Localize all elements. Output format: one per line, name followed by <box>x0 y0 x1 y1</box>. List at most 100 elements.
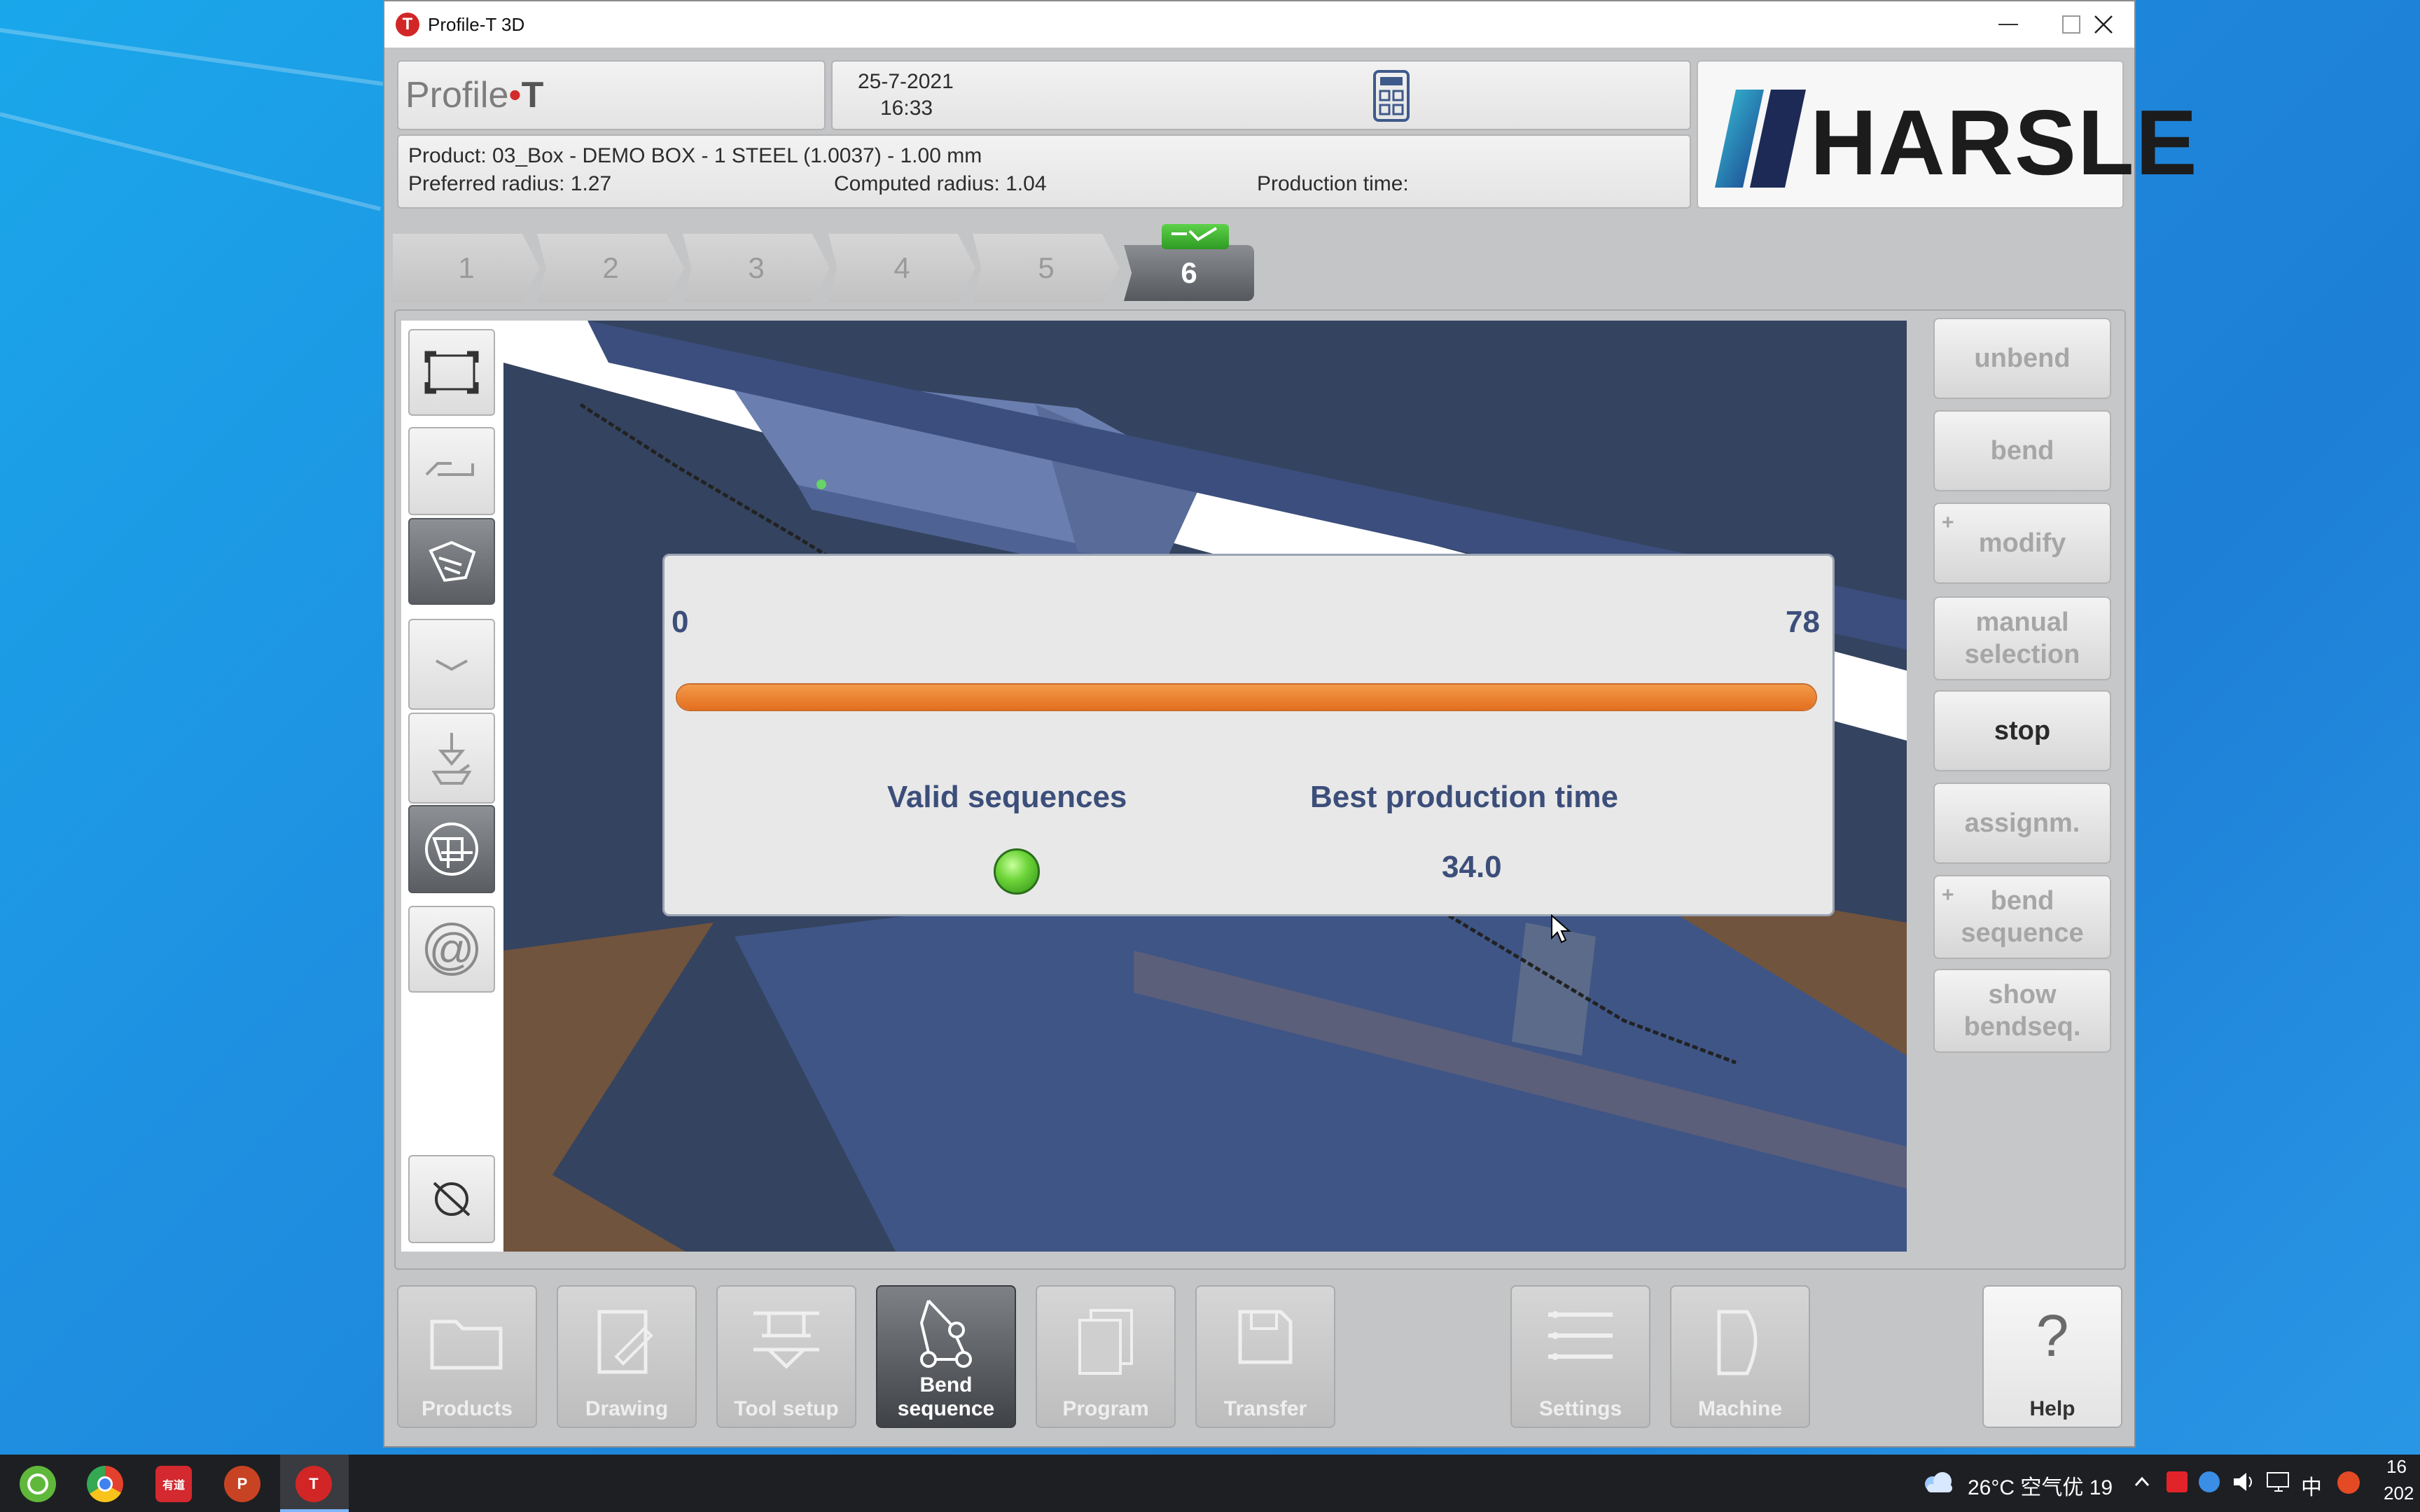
clock-time[interactable]: 16 <box>2386 1456 2407 1478</box>
ime-indicator[interactable]: 中 <box>2301 1470 2322 1501</box>
tray-network-app-icon[interactable] <box>2199 1471 2220 1492</box>
volume-icon[interactable] <box>2231 1471 2255 1492</box>
weather-text[interactable]: 26°C 空气优 19 <box>1968 1470 2113 1501</box>
nav-settings-button[interactable]: Settings <box>1510 1285 1650 1428</box>
action-label: show bendseq. <box>1963 980 2081 1042</box>
brand-suffix: T <box>521 75 544 115</box>
harsle-logo: HARSLE <box>1697 60 2197 209</box>
drawing-icon <box>597 1310 653 1374</box>
network-icon[interactable] <box>2266 1471 2291 1492</box>
step-valid-badge <box>1162 224 1229 249</box>
nav-products-button[interactable]: Products <box>397 1285 537 1428</box>
powerpoint-icon[interactable]: P <box>224 1466 260 1502</box>
progress-max-label: 78 <box>1786 605 1820 639</box>
taskbar-app-green-icon[interactable] <box>20 1466 56 1502</box>
calculator-button[interactable] <box>1372 69 1411 123</box>
unbend-button[interactable]: unbend <box>1933 318 2111 399</box>
weather-cloud-icon <box>1925 1472 1952 1492</box>
nav-label: Transfer <box>1223 1397 1307 1420</box>
valid-status-led-icon <box>994 848 1040 895</box>
nav-drawing-button[interactable]: Drawing <box>557 1285 697 1428</box>
step-tab-1[interactable]: 1 <box>393 234 540 302</box>
step-tab-6[interactable]: 6 <box>1124 245 1254 301</box>
window-title: Profile-T 3D <box>428 13 525 35</box>
nav-label: Drawing <box>585 1397 669 1420</box>
nav-transfer-button[interactable]: Transfer <box>1195 1285 1335 1428</box>
minimize-button[interactable] <box>1977 1 2040 48</box>
harsle-text: HARSLE <box>1810 91 2199 194</box>
brand-prefix: Profile <box>405 75 509 115</box>
reset-view-button[interactable] <box>408 1155 495 1243</box>
step-label: 2 <box>602 251 619 284</box>
taskbar: 有道 P T 26°C 空气优 19 中 16 202 <box>0 1455 2420 1512</box>
nav-label: Program <box>1062 1397 1149 1420</box>
nav-label: Tool setup <box>734 1397 839 1420</box>
fit-view-icon <box>424 351 479 394</box>
progress-min-label: 0 <box>672 605 689 639</box>
app-icon: T <box>396 13 419 36</box>
best-production-time-label: Best production time <box>1310 780 1619 814</box>
save-disk-icon <box>1238 1310 1293 1364</box>
step-tab-3[interactable]: 3 <box>683 234 830 302</box>
step-label: 6 <box>1181 256 1197 289</box>
harsle-emblem <box>1715 90 1806 188</box>
program-icon <box>1078 1309 1133 1375</box>
action-label: unbend <box>1974 344 2071 373</box>
folder-icon <box>430 1320 503 1370</box>
youdao-label: 有道 <box>162 1480 185 1492</box>
help-icon: ? <box>2036 1303 2069 1368</box>
nav-label: Bend sequence <box>897 1373 995 1420</box>
production-time-text: Production time: <box>1257 172 1409 195</box>
sogou-input-icon[interactable] <box>2337 1471 2360 1494</box>
part-view-icon <box>429 540 476 582</box>
fit-view-button[interactable] <box>408 329 495 416</box>
nav-program-button[interactable]: Program <box>1036 1285 1176 1428</box>
step-tab-2[interactable]: 2 <box>537 234 684 302</box>
refresh-icon <box>27 1474 48 1494</box>
nav-tool-setup-button[interactable]: Tool setup <box>716 1285 856 1428</box>
preferred-radius-text: Preferred radius: 1.27 <box>408 172 612 195</box>
chrome-icon[interactable] <box>87 1466 123 1502</box>
minimize-icon <box>1998 24 2018 25</box>
action-label: modify <box>1978 528 2066 558</box>
close-button[interactable] <box>2072 1 2135 48</box>
step-tab-5[interactable]: 5 <box>973 234 1120 302</box>
product-info-panel: Product: 03_Box - DEMO BOX - 1 STEEL (1.… <box>397 134 1691 209</box>
tool-setup-icon <box>753 1311 819 1369</box>
desktop-light-ray <box>0 28 389 87</box>
manual-selection-button[interactable]: manual selection <box>1933 596 2111 680</box>
profile-t-taskbar-icon[interactable]: T <box>295 1466 332 1502</box>
clock-date[interactable]: 202 <box>2384 1483 2414 1504</box>
modify-button[interactable]: + modify <box>1933 503 2111 584</box>
nav-machine-button[interactable]: Machine <box>1670 1285 1810 1428</box>
step-tab-4[interactable]: 4 <box>828 234 975 302</box>
tool-view-button[interactable] <box>408 713 495 804</box>
nav-help-button[interactable]: ? Help <box>1982 1285 2122 1428</box>
action-label: bend <box>1990 436 2054 465</box>
youdao-icon[interactable]: 有道 <box>155 1466 192 1502</box>
profile-view-button[interactable] <box>408 427 495 515</box>
bend-button[interactable]: bend <box>1933 410 2111 491</box>
at-symbol-button[interactable]: @ <box>408 906 495 993</box>
stop-button[interactable]: stop <box>1933 690 2111 771</box>
profile-t-label: T <box>309 1475 319 1492</box>
action-label: assignm. <box>1964 808 2080 838</box>
nav-label: Products <box>421 1397 513 1420</box>
part-view-button[interactable] <box>408 518 495 605</box>
tray-security-icon[interactable] <box>2167 1471 2188 1492</box>
tray-expand-chevron-icon[interactable] <box>2133 1474 2151 1490</box>
nav-bend-sequence-button[interactable]: Bend sequence <box>876 1285 1016 1428</box>
assignment-button[interactable]: assignm. <box>1933 783 2111 864</box>
step-label: 3 <box>748 251 765 284</box>
ppt-label: P <box>237 1475 248 1492</box>
computed-radius-text: Computed radius: 1.04 <box>834 172 1047 195</box>
collapse-button[interactable] <box>408 619 495 710</box>
profile-t-brand: Profile•T <box>405 74 543 116</box>
action-label: stop <box>1994 716 2051 746</box>
show-bendseq-button[interactable]: show bendseq. <box>1933 969 2111 1053</box>
calculator-icon <box>1373 70 1410 122</box>
machine-view-button[interactable] <box>408 805 495 893</box>
bend-sequence-button[interactable]: + bend sequence <box>1933 875 2111 959</box>
chrome-center <box>97 1476 113 1492</box>
plus-icon: + <box>1942 883 1954 906</box>
